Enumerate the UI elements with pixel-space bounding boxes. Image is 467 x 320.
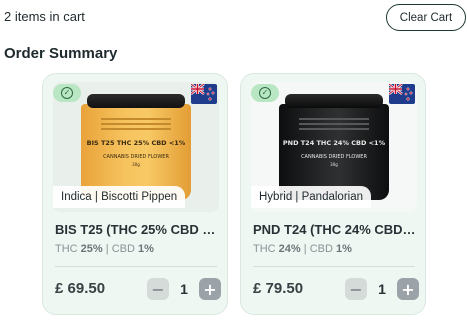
jar-label-title: PND T24 THC 24% CBD <1% (282, 139, 386, 147)
divider (253, 266, 415, 267)
decrease-quantity-button[interactable]: − (147, 278, 169, 300)
strain-tag: Indica | Biscotti Pippen (53, 186, 186, 208)
cart-item-card: PND T24 THC 24% CBD <1% CANNABIS DRIED F… (240, 73, 426, 315)
quantity-value: 1 (180, 281, 188, 297)
quantity-stepper: − 1 + (345, 277, 419, 301)
jar-label-title: BIS T25 THC 25% CBD <1% (86, 139, 186, 147)
jar-label-weight: 30g (330, 162, 338, 167)
product-name[interactable]: BIS T25 (THC 25% CBD <1% Cannabis Dried … (55, 222, 221, 237)
increase-quantity-button[interactable]: + (199, 278, 221, 300)
divider (55, 266, 217, 267)
product-name[interactable]: PND T24 (THC 24% CBD <1% Cannabis Dried … (253, 222, 419, 237)
cart-item-count: 2 items in cart (4, 9, 85, 24)
increase-quantity-button[interactable]: + (397, 278, 419, 300)
check-circle-icon: ✓ (53, 84, 81, 102)
decrease-quantity-button[interactable]: − (345, 278, 367, 300)
quantity-stepper: − 1 + (147, 277, 221, 301)
quantity-value: 1 (378, 281, 386, 297)
order-summary-title: Order Summary (4, 45, 118, 62)
potency-info: THC 24% | CBD 1% (253, 243, 352, 255)
cart-item-card: BIS T25 THC 25% CBD <1% CANNABIS DRIED F… (42, 73, 228, 315)
check-circle-icon: ✓ (251, 84, 279, 102)
jar-label-subtitle: CANNABIS DRIED FLOWER (301, 154, 367, 160)
potency-info: THC 25% | CBD 1% (55, 243, 154, 255)
jar-label-weight: 30g (132, 162, 140, 167)
jar-label-subtitle: CANNABIS DRIED FLOWER (103, 154, 169, 160)
strain-tag: Hybrid | Pandalorian (251, 186, 371, 208)
new-zealand-flag-icon (191, 84, 217, 104)
product-price: £ 79.50 (253, 280, 304, 297)
cart-header: 2 items in cart Clear Cart (0, 0, 467, 36)
clear-cart-button[interactable]: Clear Cart (386, 4, 466, 31)
product-price: £ 69.50 (55, 280, 106, 297)
new-zealand-flag-icon (389, 84, 415, 104)
